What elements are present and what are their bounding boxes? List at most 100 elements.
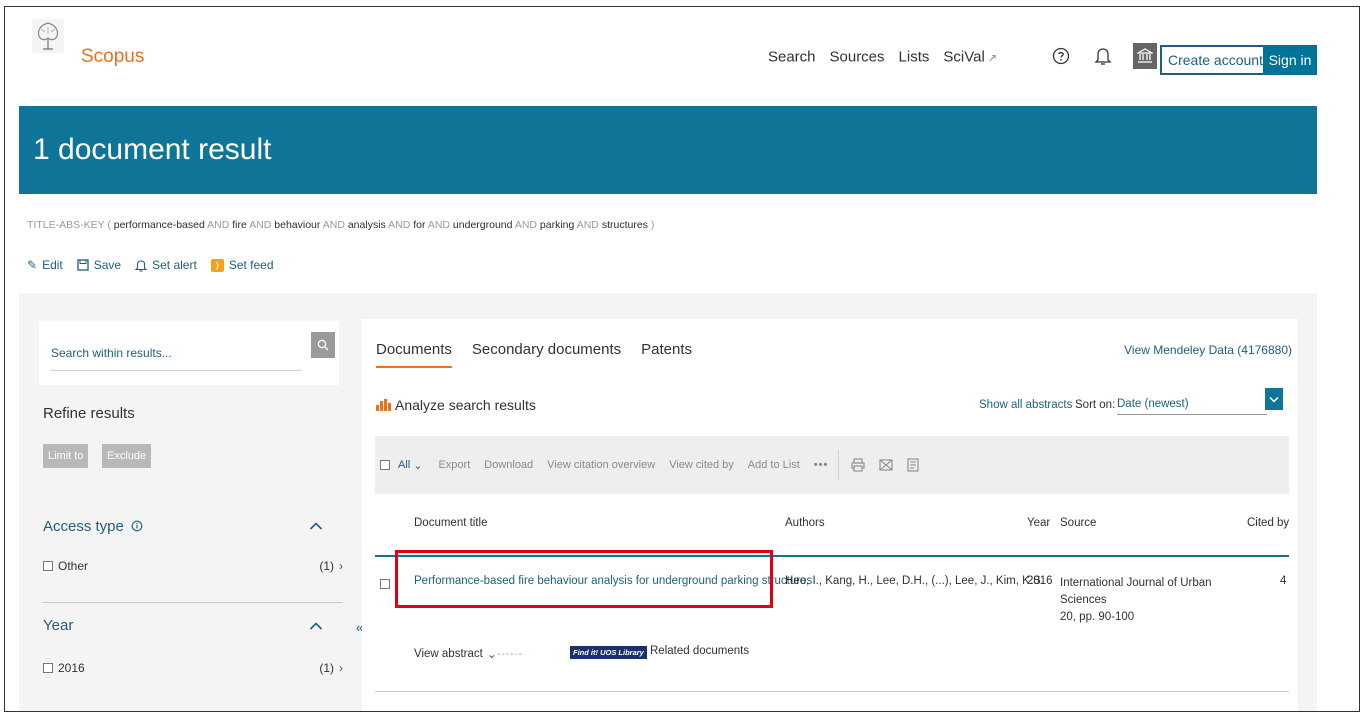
nav-scival[interactable]: SciVal ↗ — [943, 49, 997, 66]
chevron-down-icon: ⌄ — [486, 649, 497, 661]
search-query: TITLE-ABS-KEY ( performance-based AND fi… — [27, 219, 654, 231]
query-term: fire — [232, 219, 247, 231]
save-query-button[interactable]: Save — [77, 258, 121, 272]
set-feed-button[interactable]: ) Set feed — [210, 258, 274, 272]
bell-icon[interactable] — [1091, 43, 1115, 69]
facet-title-label: Access type — [43, 518, 124, 535]
related-documents-link[interactable]: Related documents — [650, 645, 749, 657]
column-cited-by[interactable]: Cited by — [1247, 517, 1289, 529]
elsevier-logo[interactable] — [32, 19, 64, 53]
column-source[interactable]: Source — [1060, 517, 1096, 529]
nav-sources[interactable]: Sources — [830, 49, 885, 66]
facet-year[interactable]: Year — [43, 617, 73, 634]
sign-in-button[interactable]: Sign in — [1263, 45, 1317, 75]
view-citation-overview-button[interactable]: View citation overview — [547, 459, 655, 471]
tab-secondary-documents[interactable]: Secondary documents — [472, 341, 621, 368]
set-alert-label: Set alert — [152, 258, 197, 272]
facet-access-type[interactable]: Access type — [43, 518, 143, 535]
select-all-dropdown[interactable]: All ⌄ — [380, 459, 422, 472]
download-button[interactable]: Download — [484, 459, 533, 471]
show-all-abstracts-link[interactable]: Show all abstracts — [979, 399, 1072, 411]
select-all-checkbox[interactable] — [380, 460, 390, 470]
view-cited-by-button[interactable]: View cited by — [669, 459, 734, 471]
query-actions: ✎ Edit Save Set alert ) Set feed — [27, 258, 274, 272]
edit-label: Edit — [42, 258, 63, 272]
nav-lists[interactable]: Lists — [899, 49, 930, 66]
facet-option-2016[interactable]: 2016 (1) › — [43, 661, 343, 675]
chevron-down-icon[interactable] — [1265, 388, 1283, 410]
facet-count-label: (1) — [319, 661, 334, 675]
set-alert-button[interactable]: Set alert — [135, 258, 197, 272]
help-icon[interactable] — [1049, 43, 1073, 69]
tab-documents[interactable]: Documents — [376, 341, 452, 368]
row-checkbox[interactable] — [380, 579, 390, 589]
nav-scival-label: SciVal — [943, 48, 985, 66]
set-feed-label: Set feed — [228, 258, 274, 272]
facet-option-other[interactable]: Other (1) › — [43, 559, 343, 573]
rss-icon: ) — [210, 258, 224, 272]
facet-title-label: Year — [43, 617, 74, 634]
brand-name[interactable]: Scopus — [81, 46, 144, 68]
chevron-up-icon[interactable] — [309, 621, 323, 631]
sort-select[interactable]: Date (newest) — [1117, 395, 1267, 415]
export-button[interactable]: Export — [438, 459, 470, 471]
select-all-label: All — [398, 459, 411, 471]
external-link-icon: ↗ — [987, 52, 997, 65]
query-operator: AND — [207, 219, 230, 231]
results-area: Search within results... Refine results … — [19, 293, 1317, 711]
add-to-list-button[interactable]: Add to List — [748, 459, 800, 471]
document-authors[interactable]: Heo, I., Kang, H., Lee, D.H., (...), Lee… — [785, 575, 1044, 587]
top-nav: Search Sources Lists SciVal ↗ — [768, 49, 997, 66]
sort-label: Sort on: — [1075, 399, 1116, 411]
find-it-library-button[interactable]: Find it! UOS Library — [570, 646, 647, 659]
facet-count[interactable]: (1) › — [319, 559, 343, 573]
header-icons — [1049, 43, 1157, 69]
save-icon — [77, 259, 89, 271]
chevron-right-icon: › — [339, 661, 343, 675]
refine-results-title: Refine results — [43, 405, 135, 422]
facet-option-label: Other — [58, 559, 89, 573]
search-within-input[interactable]: Search within results... — [51, 335, 301, 371]
query-term: structures — [601, 219, 648, 231]
email-icon[interactable] — [879, 459, 893, 471]
checkbox[interactable] — [43, 663, 53, 673]
loading-placeholder: ----·- — [497, 649, 523, 660]
edit-query-button[interactable]: ✎ Edit — [27, 258, 63, 272]
toolbar-separator — [838, 450, 840, 480]
query-operator: AND — [427, 219, 450, 231]
institution-icon[interactable] — [1133, 43, 1157, 69]
source-title[interactable]: International Journal of Urban Sciences — [1060, 575, 1260, 609]
facet-count-label: (1) — [319, 559, 334, 573]
cited-by-count[interactable]: 4 — [1280, 575, 1286, 587]
view-abstract-toggle[interactable]: View abstract ⌄ — [414, 647, 496, 661]
source-detail: 20, pp. 90-100 — [1060, 611, 1135, 623]
view-mendeley-data-link[interactable]: View Mendeley Data (4176880) — [1124, 343, 1292, 357]
column-authors[interactable]: Authors — [785, 517, 825, 529]
more-options-icon[interactable]: ••• — [814, 459, 829, 471]
query-term: analysis — [347, 219, 386, 231]
bibliography-icon[interactable] — [907, 458, 919, 472]
analyze-search-results[interactable]: Analyze search results — [376, 397, 536, 413]
query-term: for — [413, 219, 426, 231]
chevron-up-icon[interactable] — [309, 521, 323, 531]
query-term: behaviour — [274, 219, 321, 231]
scopus-page: Scopus Search Sources Lists SciVal ↗ Crea… — [4, 6, 1360, 712]
query-operator: AND — [514, 219, 537, 231]
exclude-button[interactable]: Exclude — [102, 444, 152, 468]
checkbox[interactable] — [43, 561, 53, 571]
column-document-title[interactable]: Document title — [414, 517, 488, 529]
tab-patents[interactable]: Patents — [641, 341, 692, 368]
results-banner: 1 document result — [19, 106, 1317, 194]
print-icon[interactable] — [851, 458, 865, 472]
analyze-label: Analyze search results — [395, 397, 536, 413]
create-account-button[interactable]: Create account — [1160, 45, 1271, 75]
column-year[interactable]: Year — [1027, 517, 1050, 529]
query-field: TITLE-ABS-KEY ( — [27, 219, 111, 231]
document-source[interactable]: International Journal of Urban Sciences … — [1060, 575, 1260, 626]
info-icon[interactable] — [131, 520, 143, 532]
query-close: ) — [650, 219, 655, 231]
facet-count[interactable]: (1) › — [319, 661, 343, 675]
nav-search[interactable]: Search — [768, 49, 816, 66]
limit-to-button[interactable]: Limit to — [43, 444, 89, 468]
search-button[interactable] — [311, 332, 335, 358]
